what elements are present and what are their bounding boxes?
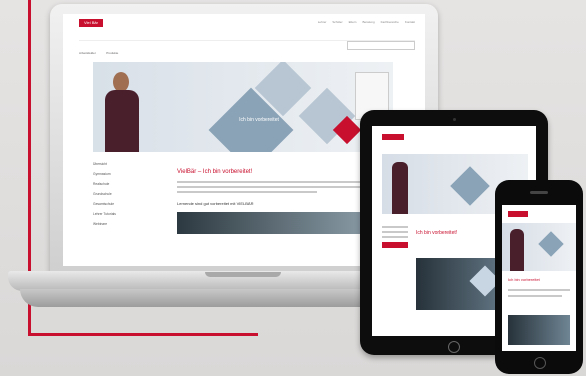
phone-speaker: [530, 191, 548, 194]
sidebar-item[interactable]: Übersicht: [93, 162, 153, 166]
article-title: VielBär – Ich bin vorbereitet!: [177, 169, 253, 175]
sidebar-item[interactable]: Realschule: [93, 182, 153, 186]
hero-banner: Ich bin vorbereitet: [93, 62, 393, 152]
tablet-diamond: [450, 166, 490, 206]
person-head: [113, 72, 129, 92]
search-input[interactable]: [347, 41, 415, 50]
tablet-sidebar: [382, 226, 408, 248]
text-line: [177, 186, 361, 188]
nav-item[interactable]: Lehrer: [318, 20, 327, 24]
sidebar-nav: Übersicht Gymnasium Realschule Grundschu…: [93, 162, 153, 232]
tablet-home-button[interactable]: [448, 341, 460, 353]
site-header: Viel Bär Lehrer Schüler Eltern Beratung …: [63, 14, 425, 27]
text-line: [508, 289, 570, 291]
text-line: [177, 191, 317, 193]
nav-item[interactable]: Schüler: [332, 20, 342, 24]
text-line: [508, 295, 562, 297]
sidebar-item[interactable]: Gesamtschule: [93, 202, 153, 206]
laptop-notch: [205, 272, 281, 277]
tablet-camera: [453, 118, 456, 121]
sidebar-item[interactable]: Webinare: [93, 222, 153, 226]
text-line: [382, 226, 408, 228]
sidebar-item[interactable]: Gymnasium: [93, 172, 153, 176]
sidebar-item[interactable]: Lehrer Tutorials: [93, 212, 153, 216]
tablet-red-block[interactable]: [382, 242, 408, 248]
tablet-logo: [382, 134, 404, 140]
phone-screen: Ich bin vorbereitet: [502, 205, 576, 351]
text-line: [382, 236, 408, 238]
phone-person: [510, 229, 524, 271]
tablet-person: [392, 162, 408, 214]
phone-media: [508, 315, 570, 345]
subnav-item[interactable]: Arbeitsfelder: [79, 51, 96, 55]
nav-item[interactable]: Eltern: [349, 20, 357, 24]
media-thumbnail[interactable]: [177, 212, 377, 234]
phone-home-button[interactable]: [534, 357, 546, 369]
phone-diamond: [538, 231, 564, 257]
site-logo[interactable]: Viel Bär: [79, 19, 103, 27]
person-torso: [105, 90, 139, 152]
article: VielBär – Ich bin vorbereitet! Lernende …: [177, 169, 377, 234]
phone-title: Ich bin vorbereitet: [508, 277, 540, 282]
hero-caption: Ich bin vorbereitet: [239, 117, 279, 123]
site-nav: Lehrer Schüler Eltern Beratung Fachberei…: [318, 20, 415, 24]
phone-logo: [508, 211, 528, 217]
nav-item[interactable]: Beratung: [362, 20, 374, 24]
text-line: [177, 181, 377, 183]
tablet-title: Ich bin vorbereitet!: [416, 230, 458, 236]
nav-item[interactable]: Kontakt: [405, 20, 415, 24]
sidebar-item[interactable]: Grundschule: [93, 192, 153, 196]
subnav-item[interactable]: Produkte: [106, 51, 118, 55]
red-accent-rule-horizontal: [28, 333, 258, 336]
hero-person: [105, 72, 139, 152]
text-line: [382, 231, 408, 233]
nav-item[interactable]: Fachbereiche: [381, 20, 399, 24]
phone-hero: [502, 223, 576, 271]
section-heading: Lernende sind gut vorbereitet mit VIELBÄ…: [177, 201, 254, 206]
